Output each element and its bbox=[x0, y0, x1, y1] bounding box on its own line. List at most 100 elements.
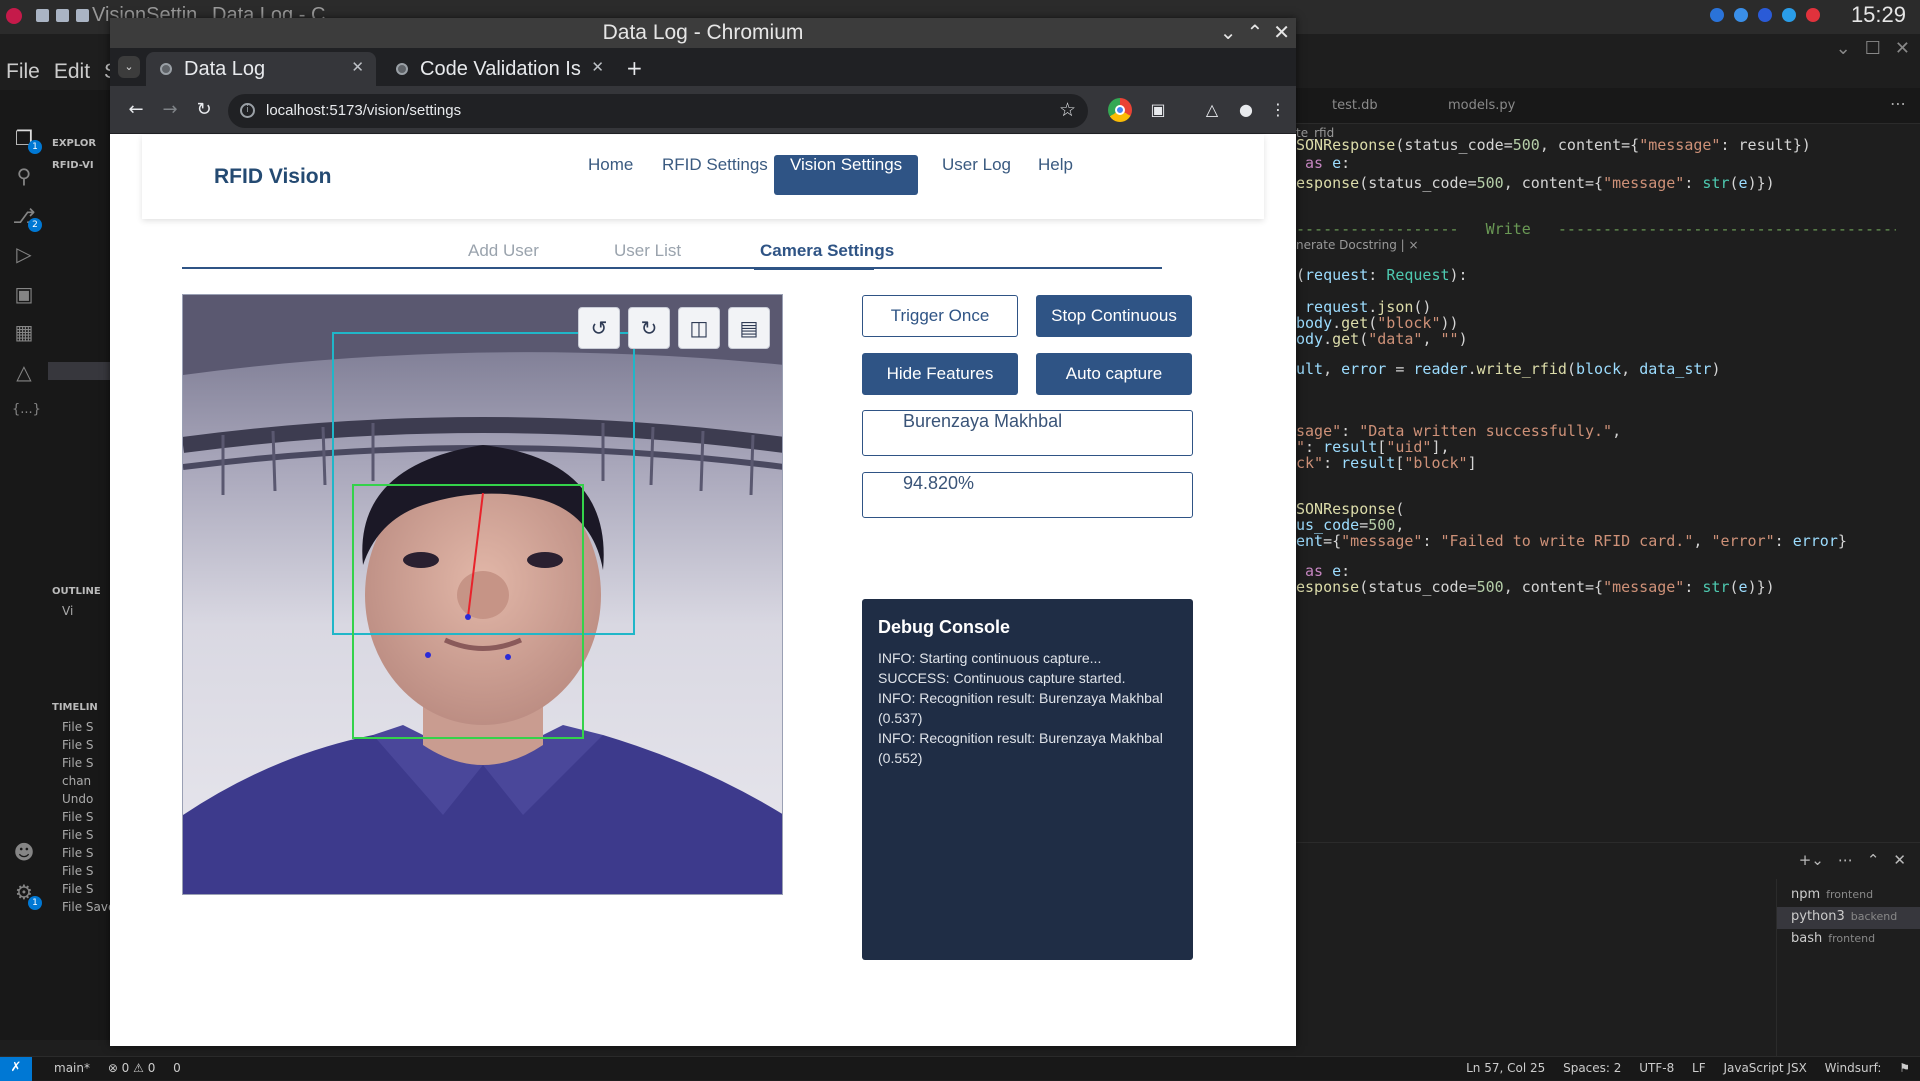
problems-count[interactable]: ⊗ 0 ⚠ 0 bbox=[108, 1061, 156, 1075]
run-debug-icon[interactable]: ▷ bbox=[12, 242, 36, 266]
cursor-position[interactable]: Ln 57, Col 25 bbox=[1466, 1061, 1545, 1075]
nav-help[interactable]: Help bbox=[1022, 155, 1089, 195]
tab-code-validation[interactable]: Code Validation Is ✕ bbox=[382, 52, 616, 86]
wifi-icon[interactable] bbox=[1782, 8, 1796, 22]
nav-home[interactable]: Home bbox=[572, 155, 649, 195]
bluetooth-icon[interactable] bbox=[1758, 8, 1772, 22]
maximize-icon[interactable]: ☐ bbox=[1865, 38, 1881, 59]
recognized-name-field[interactable]: Burenzaya Makhbal bbox=[862, 410, 1193, 456]
extension-status[interactable]: Windsurf: bbox=[1825, 1061, 1886, 1075]
timeline-item[interactable]: File S bbox=[62, 738, 94, 752]
forward-arrow-icon[interactable]: → bbox=[158, 98, 182, 122]
timeline-item[interactable]: File Saved bbox=[62, 900, 110, 914]
maximize-icon[interactable]: ⌃ bbox=[1246, 20, 1263, 44]
tab-camera-settings[interactable]: Camera Settings bbox=[760, 241, 894, 261]
close-tab-icon[interactable]: ✕ bbox=[351, 58, 364, 76]
confidence-field[interactable]: 94.820% bbox=[862, 472, 1193, 518]
profile-icon[interactable]: ● bbox=[1234, 98, 1258, 122]
outline-item[interactable]: Vi bbox=[62, 604, 73, 618]
trigger-once-button[interactable]: Trigger Once bbox=[862, 295, 1018, 337]
hide-features-button[interactable]: Hide Features bbox=[862, 353, 1018, 395]
code-editor[interactable]: SONResponse(status_code=500, content={"m… bbox=[1296, 136, 1896, 856]
timeline-item[interactable]: File S bbox=[62, 846, 94, 860]
camera-feed[interactable]: ↺ ↻ ◫ ▤ bbox=[182, 294, 783, 895]
timeline-item[interactable]: File S bbox=[62, 882, 94, 896]
timeline-item[interactable]: Undo bbox=[62, 792, 93, 806]
close-tab-icon[interactable]: ✕ bbox=[591, 58, 604, 76]
auto-capture-button[interactable]: Auto capture bbox=[1036, 353, 1192, 395]
remote-indicator-icon[interactable]: ✗ bbox=[0, 1057, 32, 1081]
window-titlebar[interactable]: Data Log - Chromium ⌄ ⌃ ✕ bbox=[110, 18, 1296, 48]
more-actions-icon[interactable]: ⋯ bbox=[1838, 851, 1853, 869]
timeline-header[interactable]: TIMELIN bbox=[52, 702, 98, 713]
kebab-menu-icon[interactable]: ⋮ bbox=[1266, 98, 1290, 122]
files-launch-icon[interactable] bbox=[56, 9, 69, 22]
bell-icon[interactable]: ⚑ bbox=[1899, 1061, 1910, 1075]
codelens-generate-docstring[interactable]: nerate Docstring | × bbox=[1296, 238, 1419, 252]
stop-continuous-button[interactable]: Stop Continuous bbox=[1036, 295, 1192, 337]
git-branch[interactable]: main* bbox=[54, 1061, 90, 1075]
end-of-line[interactable]: LF bbox=[1692, 1061, 1706, 1075]
testing-icon[interactable]: △ bbox=[12, 360, 36, 384]
site-info-icon[interactable]: i bbox=[240, 103, 255, 118]
new-terminal-icon[interactable]: +⌄ bbox=[1799, 851, 1824, 869]
project-folder[interactable]: RFID-VI bbox=[52, 160, 94, 171]
menu-edit[interactable]: Edit bbox=[54, 60, 90, 83]
bookmark-star-icon[interactable]: ☆ bbox=[1059, 99, 1076, 121]
rotate-right-icon[interactable]: ↻ bbox=[628, 307, 670, 349]
tab-data-log[interactable]: Data Log ✕ bbox=[146, 52, 376, 86]
rotate-left-icon[interactable]: ↺ bbox=[578, 307, 620, 349]
chrome-extension-icon[interactable] bbox=[1108, 98, 1132, 122]
extensions-puzzle-icon[interactable]: ▣ bbox=[1146, 98, 1170, 122]
updates-icon[interactable] bbox=[1710, 8, 1724, 22]
close-panel-icon[interactable]: ✕ bbox=[1893, 851, 1906, 869]
remote-explorer-icon[interactable]: ▣ bbox=[12, 282, 36, 306]
nav-rfid-settings[interactable]: RFID Settings bbox=[646, 155, 784, 195]
accounts-icon[interactable]: ☻ bbox=[12, 840, 36, 864]
terminal-item[interactable]: bash frontend bbox=[1777, 929, 1920, 951]
back-arrow-icon[interactable]: ← bbox=[124, 98, 148, 122]
selected-file-row[interactable] bbox=[48, 362, 110, 380]
json-icon[interactable]: {...} bbox=[12, 398, 41, 422]
more-actions-icon[interactable]: ⋯ bbox=[1890, 94, 1906, 113]
editor-tab-test-db[interactable]: test.db bbox=[1332, 98, 1378, 113]
clock[interactable]: 15:29 bbox=[1851, 2, 1906, 28]
terminal-item-active[interactable]: python3 backend bbox=[1777, 907, 1920, 929]
timeline-item[interactable]: File S bbox=[62, 810, 94, 824]
brand-logo[interactable]: RFID Vision bbox=[214, 165, 331, 189]
terminal-item[interactable]: npm frontend bbox=[1777, 885, 1920, 907]
nav-user-log[interactable]: User Log bbox=[926, 155, 1027, 195]
timeline-item[interactable]: File S bbox=[62, 864, 94, 878]
flip-vertical-icon[interactable]: ▤ bbox=[728, 307, 770, 349]
labs-flask-icon[interactable]: △ bbox=[1200, 98, 1224, 122]
ports-count[interactable]: 0 bbox=[173, 1061, 181, 1075]
browser-launch-icon[interactable] bbox=[36, 9, 49, 22]
close-icon[interactable]: ✕ bbox=[1895, 38, 1910, 59]
outline-header[interactable]: OUTLINE bbox=[52, 586, 101, 597]
language-mode[interactable]: JavaScript JSX bbox=[1723, 1061, 1806, 1075]
terminal-launch-icon[interactable] bbox=[76, 9, 89, 22]
tab-user-list[interactable]: User List bbox=[614, 241, 681, 261]
raspberry-menu-icon[interactable] bbox=[6, 8, 22, 24]
flip-horizontal-icon[interactable]: ◫ bbox=[678, 307, 720, 349]
address-bar[interactable]: i localhost:5173/vision/settings ☆ bbox=[228, 94, 1088, 128]
tab-search-icon[interactable]: ⌄ bbox=[118, 56, 140, 78]
volume-icon[interactable] bbox=[1806, 8, 1820, 22]
tab-add-user[interactable]: Add User bbox=[468, 241, 539, 261]
nav-vision-settings[interactable]: Vision Settings bbox=[774, 155, 919, 195]
sync-icon[interactable] bbox=[1734, 8, 1748, 22]
timeline-item[interactable]: File S bbox=[62, 828, 94, 842]
chevron-down-icon[interactable]: ⌄ bbox=[1836, 38, 1851, 59]
timeline-item[interactable]: File S bbox=[62, 756, 94, 770]
menu-file[interactable]: File bbox=[6, 60, 40, 83]
indentation[interactable]: Spaces: 2 bbox=[1563, 1061, 1621, 1075]
timeline-item[interactable]: File S bbox=[62, 720, 94, 734]
extensions-icon[interactable]: ▦ bbox=[12, 320, 36, 344]
maximize-panel-icon[interactable]: ⌃ bbox=[1867, 851, 1880, 869]
minimize-icon[interactable]: ⌄ bbox=[1220, 20, 1237, 44]
search-icon[interactable]: ⚲ bbox=[12, 164, 36, 188]
new-tab-icon[interactable]: + bbox=[626, 56, 643, 80]
editor-tab-models-py[interactable]: models.py bbox=[1448, 98, 1515, 113]
timeline-item[interactable]: chan bbox=[62, 774, 91, 788]
reload-icon[interactable]: ↻ bbox=[192, 98, 216, 122]
